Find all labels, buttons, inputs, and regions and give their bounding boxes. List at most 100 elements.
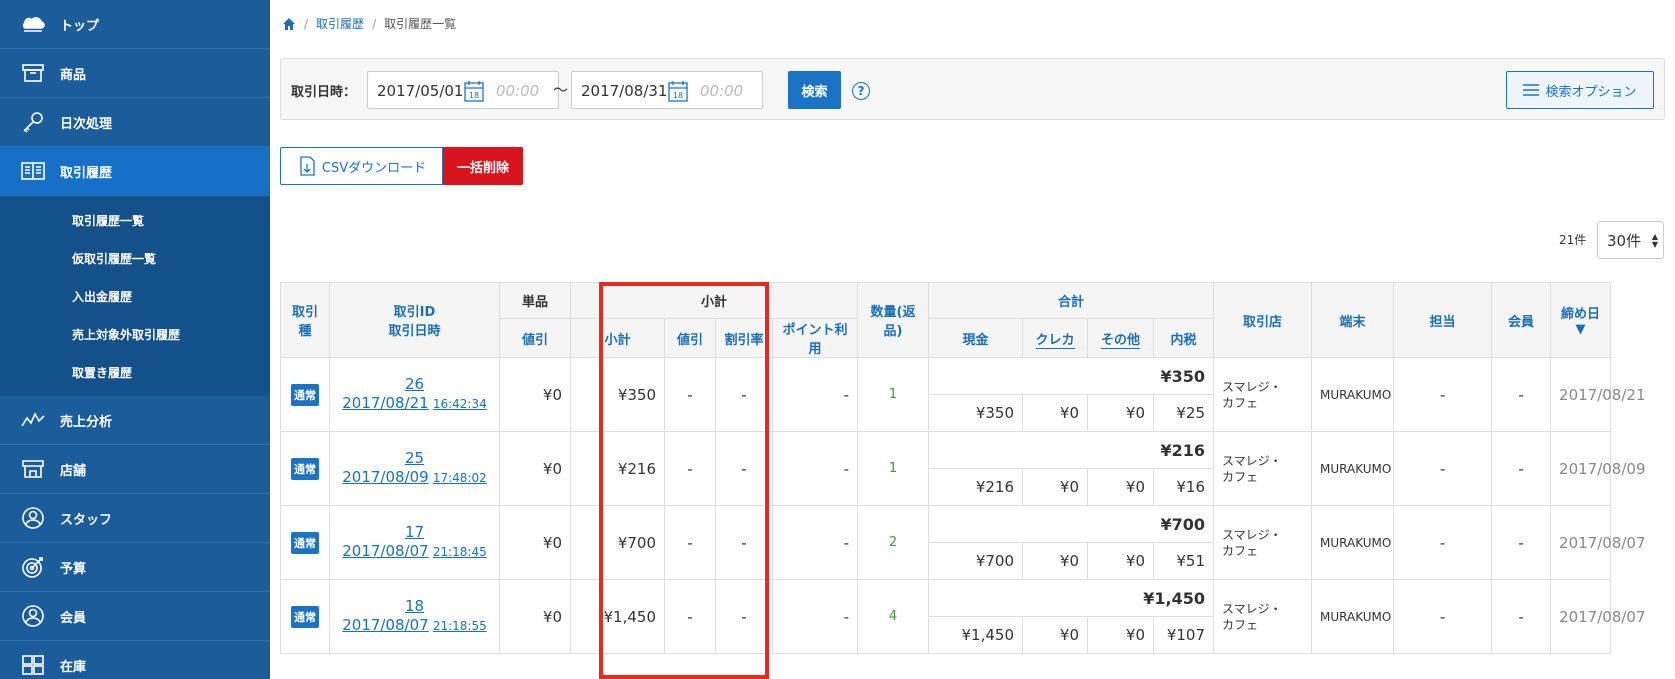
col-discount[interactable]: 値引 bbox=[664, 318, 716, 358]
col-other[interactable]: その他 bbox=[1087, 318, 1155, 358]
transaction-date-link[interactable]: 2017/08/21 bbox=[342, 394, 428, 412]
col-quantity[interactable]: 数量(返品) bbox=[857, 282, 930, 358]
calendar-icon[interactable]: 18 bbox=[464, 80, 484, 102]
col-total-group[interactable]: 合計 bbox=[928, 282, 1215, 319]
col-closing-date[interactable]: 締め日▼ bbox=[1550, 282, 1612, 358]
points-cell: - bbox=[771, 357, 859, 432]
time-to-placeholder[interactable]: 00:00 bbox=[700, 82, 743, 100]
transaction-time-link[interactable]: 21:18:45 bbox=[433, 545, 487, 559]
col-subtotal[interactable]: 小計 bbox=[570, 318, 665, 358]
subnav-item-cash-inout[interactable]: 入出金履歴 bbox=[0, 277, 270, 315]
store-icon bbox=[18, 457, 48, 481]
subnav-item-temp-history[interactable]: 仮取引履歴一覧 bbox=[0, 239, 270, 277]
col-tax[interactable]: 内税 bbox=[1153, 318, 1215, 358]
type-badge: 通常 bbox=[291, 457, 319, 480]
sidebar-item-staff[interactable]: スタッフ bbox=[0, 494, 270, 543]
cash-cell: ¥350 bbox=[928, 394, 1024, 432]
transaction-date-link[interactable]: 2017/08/07 bbox=[342, 542, 428, 560]
other-cell: ¥0 bbox=[1087, 394, 1155, 432]
breadcrumb-history-link[interactable]: 取引履歴 bbox=[316, 15, 364, 32]
home-icon[interactable] bbox=[282, 17, 296, 31]
subnav-item-non-sales[interactable]: 売上対象外取引履歴 bbox=[0, 315, 270, 353]
transaction-time-link[interactable]: 21:18:55 bbox=[433, 619, 487, 633]
col-cash[interactable]: 現金 bbox=[928, 318, 1024, 358]
col-staff[interactable]: 担当 bbox=[1393, 282, 1493, 358]
type-cell: 通常 bbox=[280, 579, 330, 654]
transaction-id-link[interactable]: 26 bbox=[338, 375, 491, 394]
sidebar-item-history[interactable]: 取引履歴 bbox=[0, 147, 270, 196]
target-icon bbox=[18, 555, 48, 579]
credit-cell: ¥0 bbox=[1022, 616, 1089, 654]
total-cell: ¥216 bbox=[928, 431, 1215, 469]
id-datetime-cell[interactable]: 17 2017/08/07 21:18:45 bbox=[329, 505, 500, 580]
store-name-line1: スマレジ・ bbox=[1222, 453, 1282, 468]
transaction-id-link[interactable]: 17 bbox=[338, 523, 491, 542]
cash-cell: ¥1,450 bbox=[928, 616, 1024, 654]
col-type[interactable]: 取引種 bbox=[280, 282, 330, 358]
date-from-input[interactable]: 2017/05/01 18 00:00 bbox=[367, 71, 559, 109]
sidebar-item-members[interactable]: 会員 bbox=[0, 592, 270, 641]
search-options-button[interactable]: 検索オプション bbox=[1506, 71, 1654, 109]
subtotal-cell: ¥700 bbox=[570, 505, 665, 580]
col-points[interactable]: ポイント利用 bbox=[771, 318, 859, 358]
id-datetime-cell[interactable]: 25 2017/08/09 17:48:02 bbox=[329, 431, 500, 506]
time-from-placeholder[interactable]: 00:00 bbox=[496, 82, 539, 100]
subnav-item-history-list[interactable]: 取引履歴一覧 bbox=[0, 201, 270, 239]
sidebar-item-budget[interactable]: 予算 bbox=[0, 543, 270, 592]
date-to-value: 2017/08/31 bbox=[581, 82, 668, 100]
csv-download-button[interactable]: CSVダウンロード bbox=[280, 147, 443, 185]
subtotal-cell: ¥1,450 bbox=[570, 579, 665, 654]
tax-cell: ¥25 bbox=[1153, 394, 1215, 432]
breadcrumb: / 取引履歴 / 取引履歴一覧 bbox=[282, 15, 456, 32]
sidebar-item-stores[interactable]: 店舗 bbox=[0, 445, 270, 494]
col-store[interactable]: 取引店 bbox=[1213, 282, 1313, 358]
col-other-label: その他 bbox=[1101, 332, 1141, 349]
store-name-line2: カフェ bbox=[1222, 395, 1259, 410]
sidebar-item-analytics[interactable]: 売上分析 bbox=[0, 396, 270, 445]
credit-cell: ¥0 bbox=[1022, 394, 1089, 432]
sidebar-item-top[interactable]: トップ bbox=[0, 0, 270, 49]
sidebar-item-products[interactable]: 商品 bbox=[0, 49, 270, 98]
col-unit-discount[interactable]: 値引 bbox=[499, 318, 571, 358]
other-cell: ¥0 bbox=[1087, 616, 1155, 654]
subnav-item-holds[interactable]: 取置き履歴 bbox=[0, 353, 270, 391]
transaction-date-link[interactable]: 2017/08/07 bbox=[342, 616, 428, 634]
staff-cell: - bbox=[1393, 505, 1493, 580]
sidebar-item-label: 売上分析 bbox=[60, 414, 113, 430]
store-name-line2: カフェ bbox=[1222, 617, 1259, 632]
id-datetime-cell[interactable]: 26 2017/08/21 16:42:34 bbox=[329, 357, 500, 432]
member-icon bbox=[18, 604, 48, 628]
id-datetime-cell[interactable]: 18 2017/08/07 21:18:55 bbox=[329, 579, 500, 654]
sidebar-item-label: トップ bbox=[60, 18, 100, 34]
transaction-date-link[interactable]: 2017/08/09 bbox=[342, 468, 428, 486]
transaction-time-link[interactable]: 17:48:02 bbox=[433, 471, 487, 485]
col-credit[interactable]: クレカ bbox=[1022, 318, 1089, 358]
transaction-id-link[interactable]: 18 bbox=[338, 597, 491, 616]
sidebar-item-daily[interactable]: 日次処理 bbox=[0, 98, 270, 147]
staff-cell: - bbox=[1393, 431, 1493, 506]
col-id-datetime[interactable]: 取引ID 取引日時 bbox=[329, 282, 500, 358]
date-to-input[interactable]: 2017/08/31 18 00:00 bbox=[571, 71, 763, 109]
unit-discount-cell: ¥0 bbox=[499, 431, 571, 506]
closing-date-cell: 2017/08/07 bbox=[1550, 579, 1646, 654]
search-button[interactable]: 検索 bbox=[788, 71, 841, 109]
terminal-cell: MURAKUMO bbox=[1311, 431, 1395, 506]
tax-cell: ¥107 bbox=[1153, 616, 1215, 654]
help-icon[interactable]: ? bbox=[852, 82, 870, 100]
table-row: 通常 25 2017/08/09 17:48:02 ¥0 ¥216- - -1 ¥216 スマレ… bbox=[280, 431, 1675, 506]
transaction-id-link[interactable]: 25 bbox=[338, 449, 491, 468]
discount-rate-cell: - bbox=[715, 579, 773, 654]
col-terminal[interactable]: 端末 bbox=[1311, 282, 1395, 358]
calendar-day: 18 bbox=[673, 91, 683, 100]
col-member[interactable]: 会員 bbox=[1491, 282, 1552, 358]
bulk-delete-button[interactable]: 一括削除 bbox=[443, 147, 523, 185]
calendar-day: 18 bbox=[469, 91, 479, 100]
type-badge: 通常 bbox=[291, 531, 319, 554]
sidebar-item-label: 商品 bbox=[60, 67, 87, 83]
calendar-icon[interactable]: 18 bbox=[668, 80, 688, 102]
total-cell: ¥350 bbox=[928, 357, 1215, 395]
col-discount-rate[interactable]: 割引率 bbox=[715, 318, 773, 358]
sidebar-item-inventory[interactable]: 在庫 bbox=[0, 641, 270, 679]
transaction-time-link[interactable]: 16:42:34 bbox=[433, 397, 487, 411]
per-page-select[interactable]: 30件 ▲ ▼ bbox=[1597, 221, 1664, 259]
